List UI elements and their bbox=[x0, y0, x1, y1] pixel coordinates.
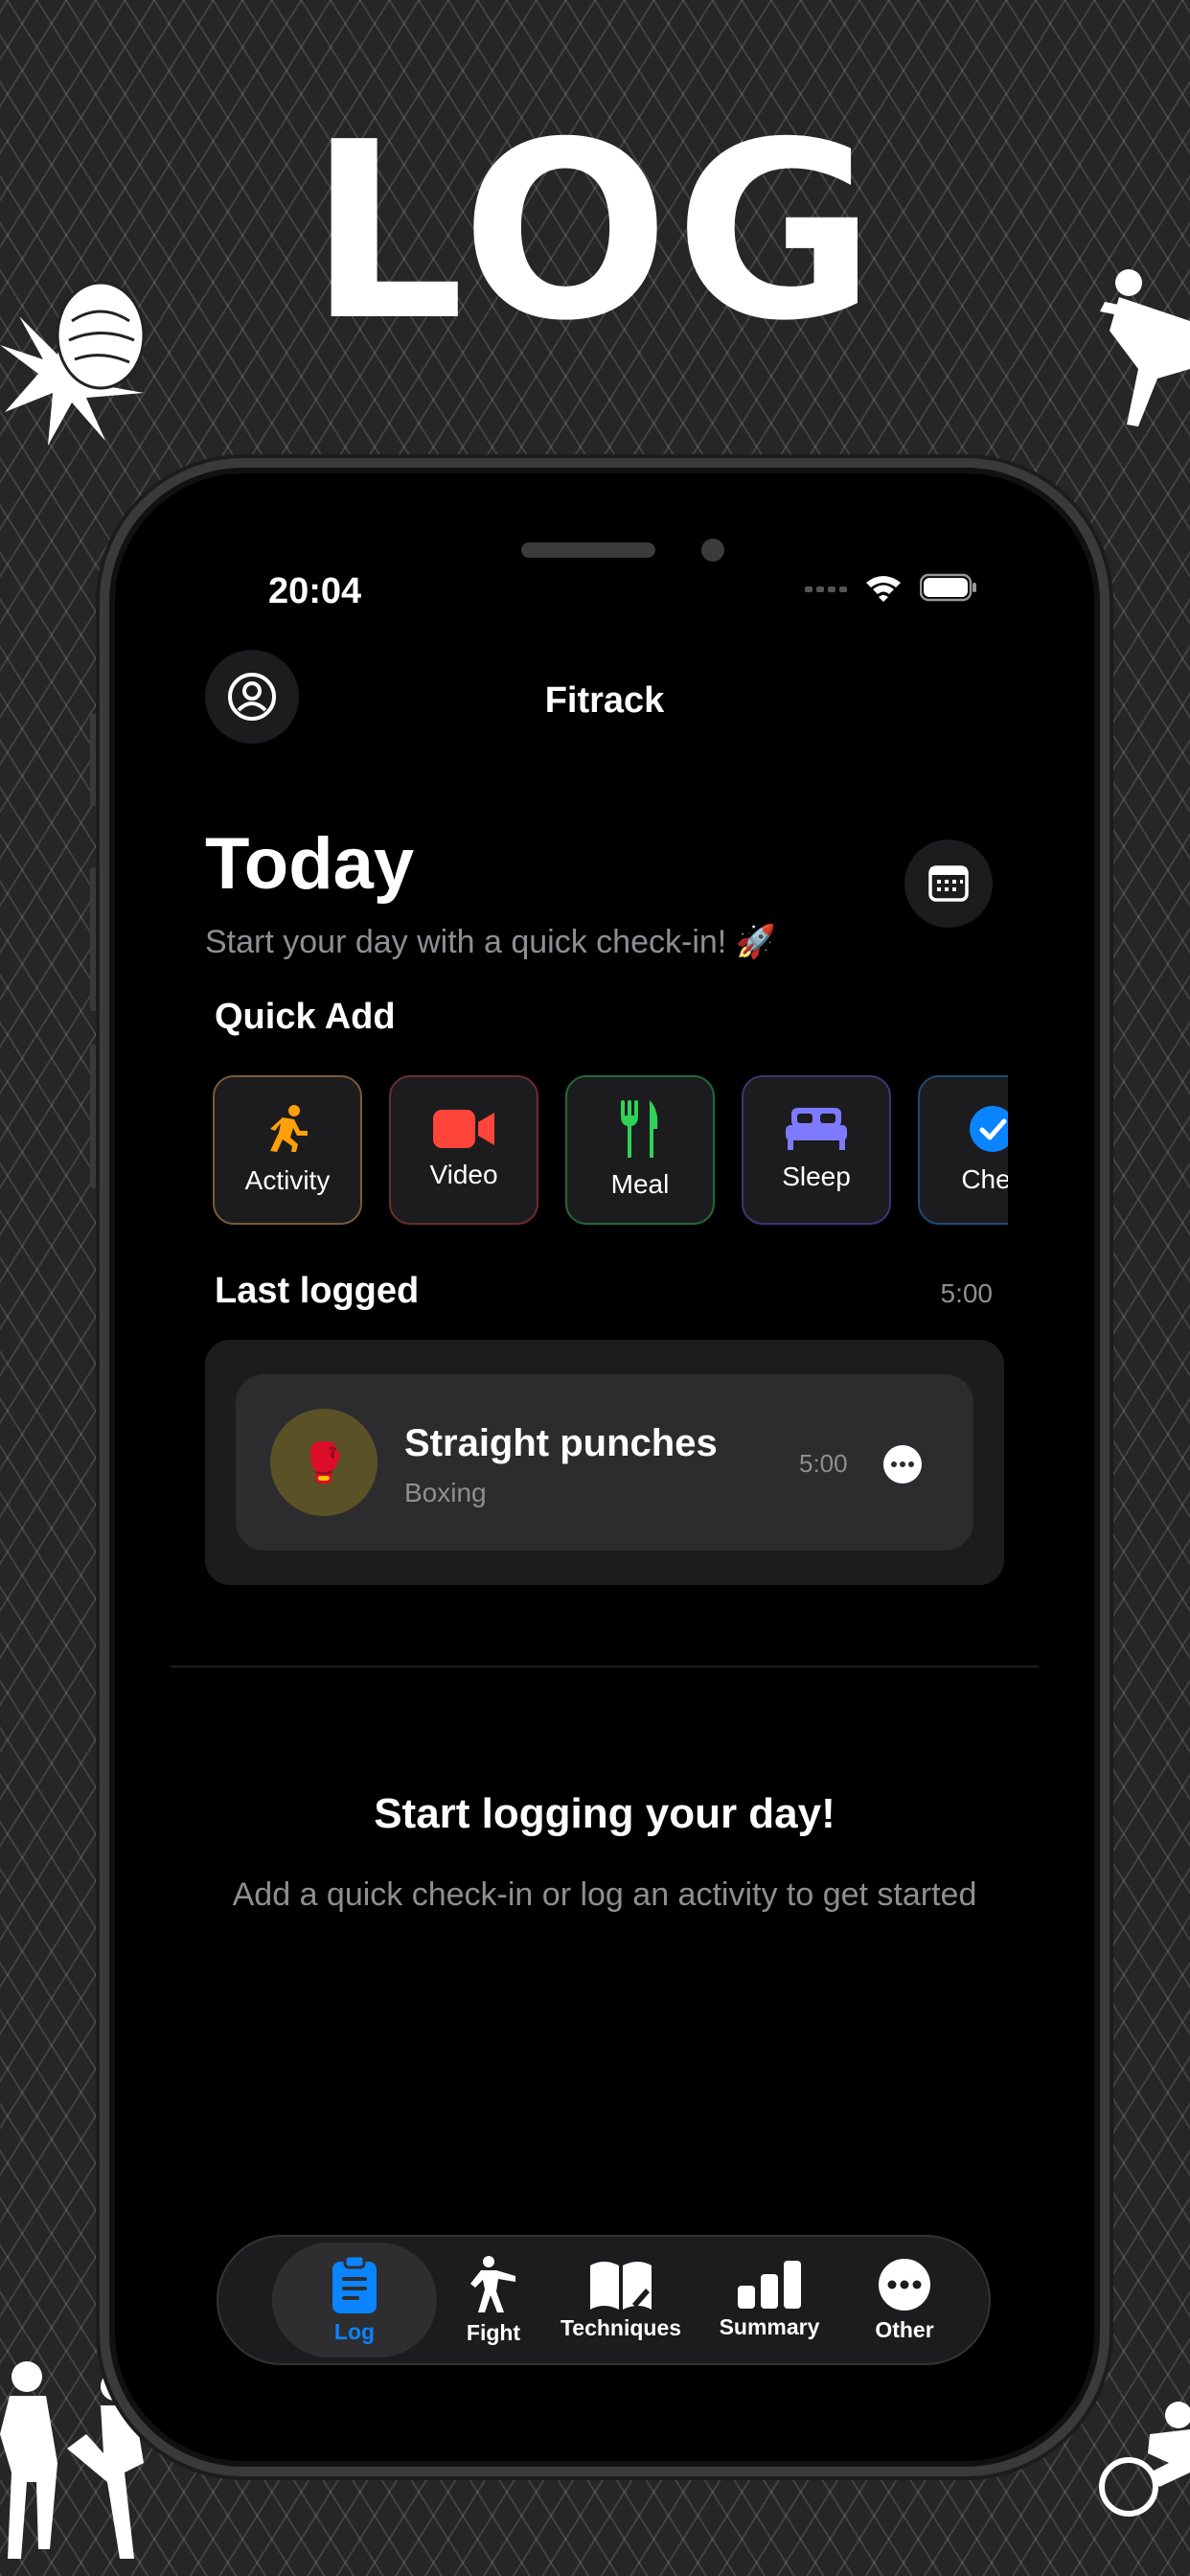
tab-label: Summary bbox=[719, 2313, 820, 2339]
tab-label: Techniques bbox=[560, 2314, 682, 2340]
tab-label: Log bbox=[333, 2318, 376, 2344]
quick-add-label: Chec bbox=[961, 1164, 1008, 1194]
empty-state-title: Start logging your day! bbox=[374, 1790, 835, 1837]
tab-bar: Log Fight Techniques Summary Other bbox=[217, 2235, 991, 2365]
bar-chart-icon bbox=[738, 2260, 801, 2309]
fighter-icon bbox=[470, 2255, 515, 2312]
quick-add-label: Meal bbox=[610, 1169, 670, 1199]
clipboard-icon bbox=[332, 2255, 377, 2313]
last-logged-time: 5:00 bbox=[940, 1278, 994, 1308]
tab-label: Fight bbox=[466, 2319, 521, 2345]
running-icon bbox=[270, 1105, 308, 1152]
quick-add-checkin[interactable]: Chec bbox=[918, 1075, 1008, 1225]
front-camera bbox=[701, 539, 724, 562]
tab-label: Other bbox=[875, 2316, 934, 2342]
fork-knife-icon bbox=[621, 1100, 658, 1158]
quick-add-label: Activity bbox=[244, 1165, 331, 1195]
quick-add-sleep[interactable]: Sleep bbox=[742, 1075, 891, 1225]
entry-category: Boxing bbox=[404, 1478, 487, 1507]
today-subtitle: Start your day with a quick check-in! 🚀 bbox=[205, 924, 777, 960]
quick-add-meal[interactable]: Meal bbox=[565, 1075, 715, 1225]
more-options-button[interactable] bbox=[883, 1445, 922, 1484]
app-title: Fitrack bbox=[544, 680, 665, 721]
phone-frame: 20:04 Fitrack Today Start your day with … bbox=[100, 458, 1110, 2476]
entry-duration: 5:00 bbox=[799, 1449, 848, 1478]
tab-other[interactable]: Other bbox=[847, 2242, 962, 2358]
tab-techniques[interactable]: Techniques bbox=[544, 2242, 698, 2358]
wrestler-illustration bbox=[1100, 269, 1190, 426]
quick-add-video[interactable]: Video bbox=[389, 1075, 538, 1225]
battery-icon bbox=[920, 573, 976, 602]
status-icons bbox=[805, 573, 977, 602]
empty-state-subtitle: Add a quick check-in or log an activity … bbox=[232, 1876, 977, 1913]
mute-switch bbox=[90, 714, 100, 806]
last-logged-card: 🥊 Straight punches Boxing 5:00 bbox=[205, 1340, 1004, 1585]
ellipsis-icon bbox=[891, 1461, 914, 1467]
tab-log[interactable]: Log bbox=[272, 2242, 437, 2358]
wifi-icon bbox=[866, 576, 901, 602]
section-divider bbox=[171, 1666, 1039, 1668]
volume-down-button bbox=[90, 1045, 100, 1188]
quick-add-row: Activity Video Meal Sleep Chec bbox=[213, 1075, 1008, 1230]
quick-add-activity[interactable]: Activity bbox=[213, 1075, 362, 1225]
quick-add-title: Quick Add bbox=[215, 997, 396, 1037]
speaker-grille bbox=[521, 542, 655, 558]
signal-icon bbox=[805, 586, 847, 592]
video-camera-icon bbox=[433, 1110, 494, 1148]
quick-add-label: Video bbox=[429, 1160, 498, 1189]
today-title: Today bbox=[205, 823, 415, 905]
tab-summary[interactable]: Summary bbox=[698, 2242, 841, 2358]
volume-up-button bbox=[90, 867, 100, 1011]
status-time: 20:04 bbox=[268, 571, 362, 611]
bed-icon bbox=[786, 1108, 847, 1150]
boxing-glove-icon: 🥊 bbox=[270, 1409, 378, 1516]
logged-entry[interactable]: 🥊 Straight punches Boxing 5:00 bbox=[236, 1374, 973, 1551]
tab-fight[interactable]: Fight bbox=[431, 2242, 556, 2358]
calendar-button[interactable] bbox=[904, 840, 993, 928]
last-logged-title: Last logged bbox=[215, 1271, 420, 1311]
calendar-icon bbox=[928, 865, 969, 902]
headline: LOG bbox=[309, 90, 881, 375]
entry-title: Straight punches bbox=[404, 1422, 718, 1464]
fist-illustration bbox=[0, 281, 146, 446]
ellipsis-circle-icon bbox=[879, 2258, 930, 2311]
checkmark-circle-icon bbox=[970, 1106, 1008, 1152]
book-icon bbox=[590, 2261, 652, 2310]
quick-add-label: Sleep bbox=[782, 1162, 851, 1191]
cyclist-illustration bbox=[1099, 2402, 1190, 2517]
